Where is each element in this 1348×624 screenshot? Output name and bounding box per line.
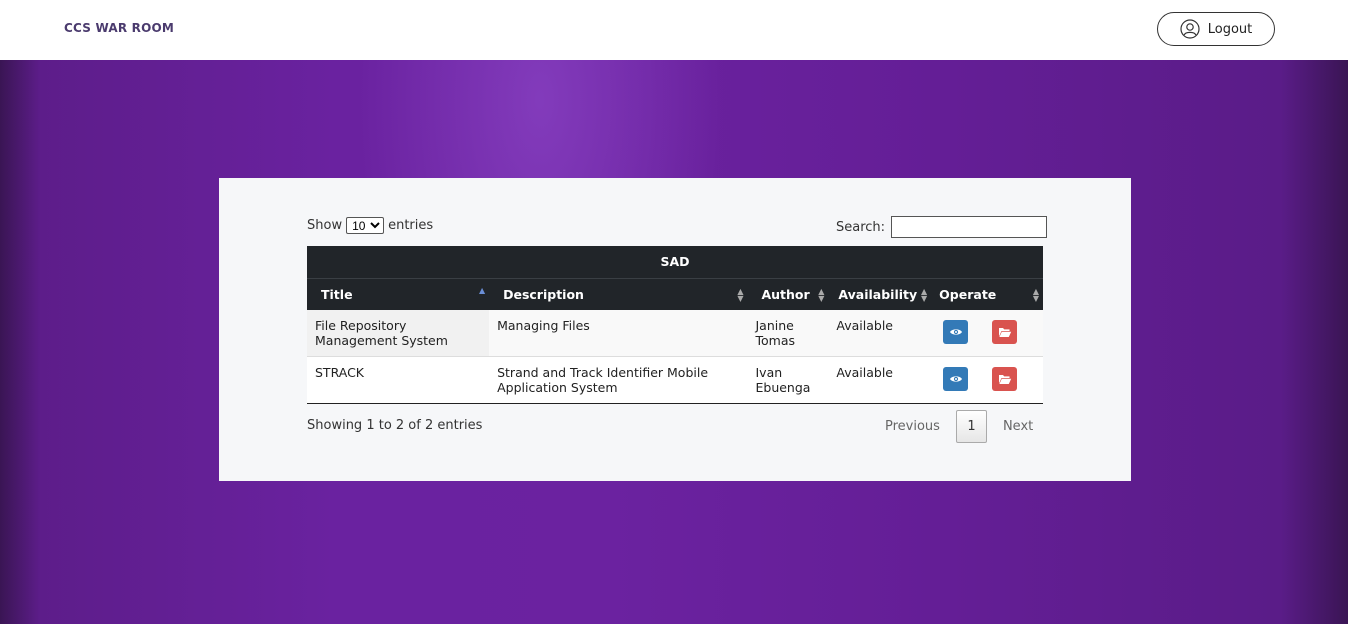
cell-author: Janine Tomas [747, 310, 829, 357]
navbar: CCS WAR ROOM Logout [0, 0, 1348, 60]
column-header-description[interactable]: Description ▲ ▼ [489, 278, 748, 310]
projects-table: SAD Title ▲ Description ▲ ▼ Author ▲ ▼ Ava… [307, 246, 1043, 404]
column-label: Title [321, 286, 353, 302]
cell-operate [931, 310, 1043, 357]
table-row: STRACK Strand and Track Identifier Mobil… [307, 356, 1043, 404]
cell-availability: Available [828, 356, 932, 404]
sort-icon: ▲ ▼ [921, 286, 928, 303]
entries-label: entries [388, 218, 434, 233]
show-label: Show [307, 218, 343, 233]
sort-icon: ▲ ▼ [737, 286, 744, 303]
cell-title: STRACK [307, 356, 490, 404]
column-label: Author [761, 286, 810, 302]
page-1-button[interactable]: 1 [955, 409, 987, 443]
search-control: Search: [836, 216, 1048, 238]
eye-icon [949, 376, 962, 382]
next-page-button[interactable]: Next [991, 419, 1045, 434]
column-header-availability[interactable]: Availability ▲ ▼ [828, 278, 932, 310]
pagination: Previous 1 Next [873, 409, 1045, 443]
table-info: Showing 1 to 2 of 2 entries [307, 418, 483, 433]
column-header-operate[interactable]: Operate ▲ ▼ [931, 278, 1043, 310]
logout-button[interactable]: Logout [1157, 12, 1275, 46]
column-label: Operate [939, 286, 997, 302]
view-button[interactable] [943, 367, 969, 391]
column-label: Availability [838, 286, 918, 302]
cell-author: Ivan Ebuenga [747, 356, 829, 404]
cell-description: Managing Files [489, 310, 748, 357]
sort-icon: ▲ ▼ [818, 286, 825, 303]
page-size-select[interactable]: 10 [346, 217, 385, 234]
user-circle-icon [1180, 19, 1200, 39]
cell-description: Strand and Track Identifier Mobile Appli… [489, 356, 748, 404]
eye-icon [949, 329, 962, 335]
open-folder-button[interactable] [992, 367, 1018, 391]
sort-asc-icon: ▲ [478, 285, 486, 295]
column-header-author[interactable]: Author ▲ ▼ [747, 278, 829, 310]
page-size-control: Show 10 entries [307, 217, 433, 234]
previous-page-button[interactable]: Previous [873, 419, 952, 434]
search-label: Search: [836, 219, 886, 235]
cell-operate [931, 356, 1043, 404]
table-row: File Repository Management System Managi… [307, 310, 1043, 357]
folder-open-icon [998, 374, 1011, 384]
open-folder-button[interactable] [992, 320, 1018, 344]
projects-card: Show 10 entries Search: SAD Title ▲ Desc… [219, 178, 1131, 481]
sort-icon: ▲ ▼ [1032, 286, 1039, 303]
group-header: SAD [307, 246, 1043, 279]
folder-open-icon [998, 327, 1011, 337]
view-button[interactable] [943, 320, 969, 344]
column-header-title[interactable]: Title ▲ [307, 278, 490, 310]
search-input[interactable] [891, 216, 1048, 238]
column-label: Description [503, 286, 584, 302]
brand-title[interactable]: CCS WAR ROOM [64, 21, 174, 35]
logout-label: Logout [1207, 21, 1253, 37]
cell-title: File Repository Management System [307, 310, 490, 357]
cell-availability: Available [828, 310, 932, 357]
